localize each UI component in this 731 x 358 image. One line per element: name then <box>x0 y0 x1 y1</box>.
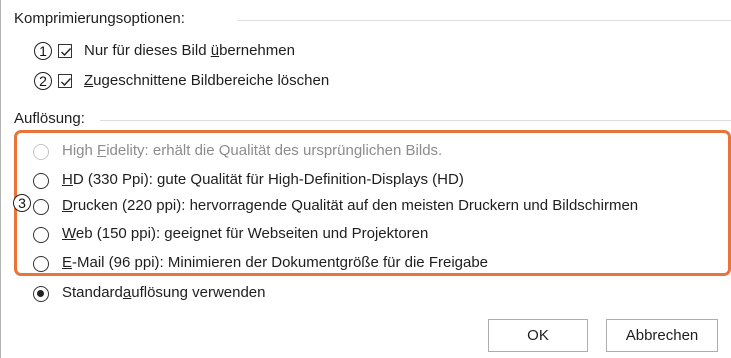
radio-selected-dot <box>37 290 44 297</box>
radio-hd-330[interactable] <box>33 173 49 189</box>
checkbox-delete-cropped-areas[interactable] <box>58 74 72 88</box>
callout-3: 3 <box>13 194 31 212</box>
radio-web-150[interactable] <box>33 227 49 243</box>
compression-group-divider <box>238 20 731 21</box>
radio-label-web-150[interactable]: Web (150 ppi): geeignet für Webseiten un… <box>62 225 428 242</box>
radio-label-print-220[interactable]: Drucken (220 ppi): hervorragende Qualitä… <box>62 197 638 214</box>
resolution-group-divider <box>100 120 731 121</box>
radio-label-high-fidelity: High Fidelity: erhält die Qualität des u… <box>62 142 443 159</box>
radio-default-resolution[interactable] <box>33 286 49 302</box>
compression-group-title: Komprimierungsoptionen: <box>14 10 185 27</box>
dialog-left-border <box>0 0 1 358</box>
radio-label-default-resolution[interactable]: Standardauflösung verwenden <box>62 284 266 301</box>
check-icon <box>61 48 72 57</box>
radio-label-hd-330[interactable]: HD (330 Ppi): gute Qualität für High-Def… <box>62 171 464 188</box>
radio-print-220[interactable] <box>33 199 49 215</box>
checkbox-label-delete-cropped-areas[interactable]: Zugeschnittene Bildbereiche löschen <box>84 72 329 89</box>
radio-high-fidelity <box>33 144 49 160</box>
checkbox-label-this-image-only[interactable]: Nur für dieses Bild übernehmen <box>84 42 295 59</box>
check-icon <box>61 78 72 87</box>
checkbox-this-image-only[interactable] <box>58 44 72 58</box>
resolution-group-title: Auflösung: <box>14 110 85 127</box>
radio-email-96[interactable] <box>33 256 49 272</box>
ok-button[interactable]: OK <box>488 319 588 352</box>
cancel-button[interactable]: Abbrechen <box>606 319 718 352</box>
callout-1: 1 <box>34 42 52 60</box>
radio-label-email-96[interactable]: E-Mail (96 ppi): Minimieren der Dokument… <box>62 254 488 271</box>
callout-2: 2 <box>34 72 52 90</box>
